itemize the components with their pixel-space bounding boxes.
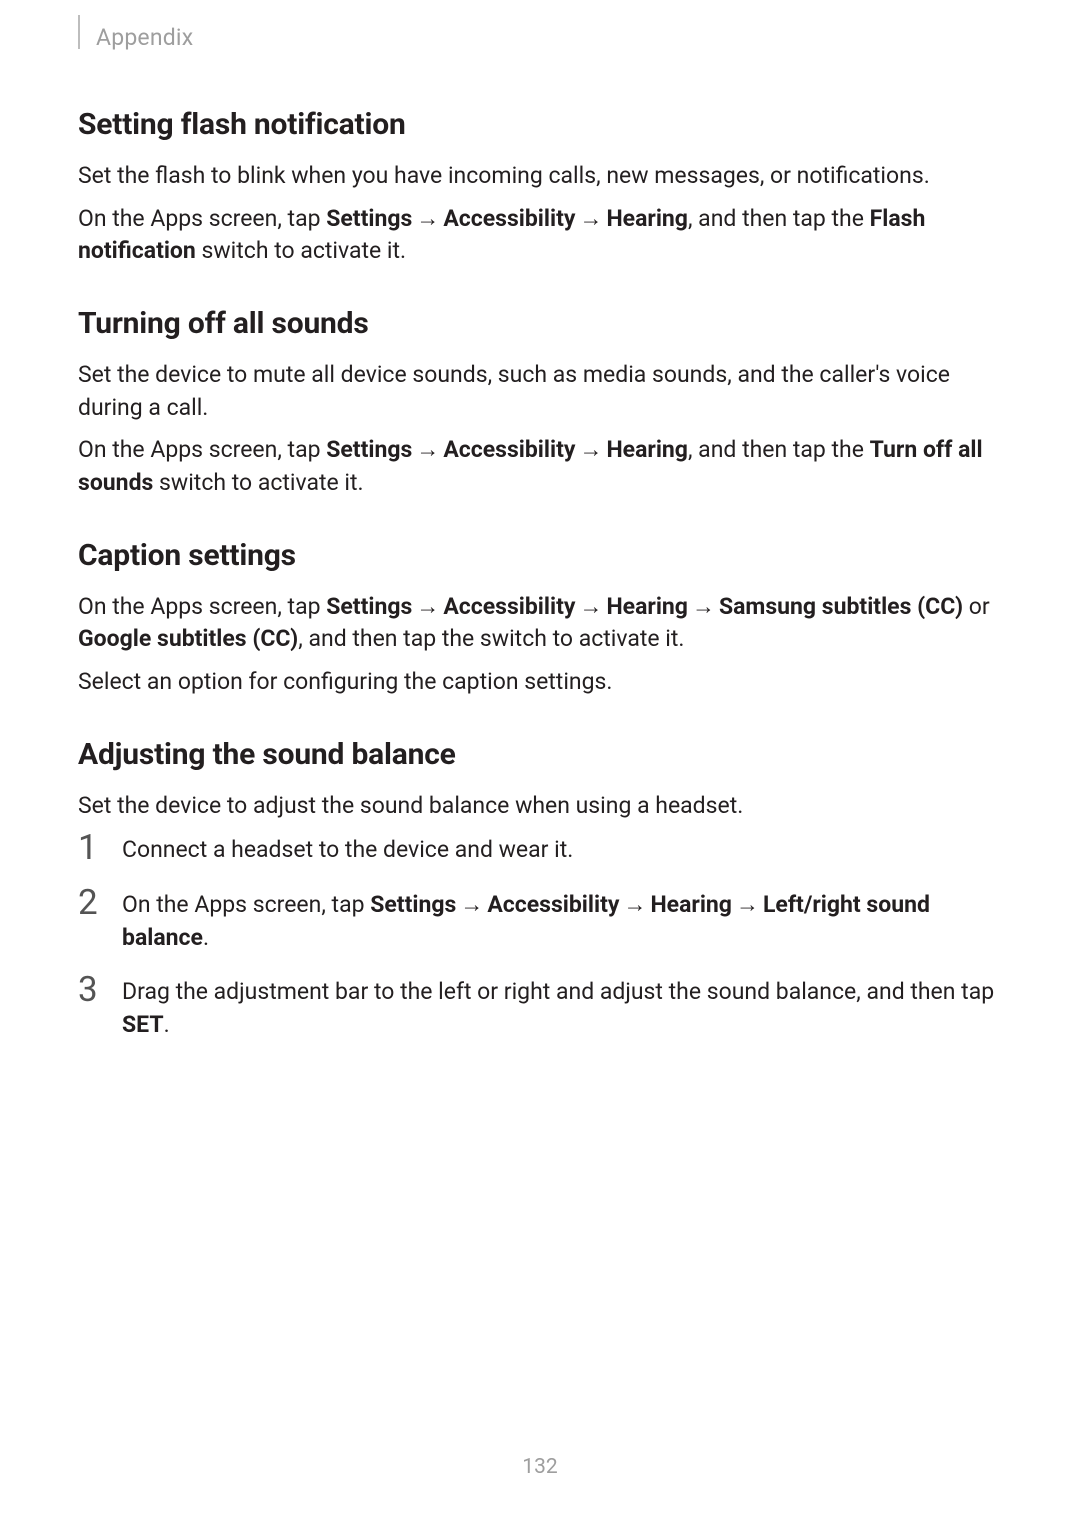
arrow-icon: → xyxy=(623,889,646,922)
arrow-icon: → xyxy=(416,591,439,624)
step-number: 3 xyxy=(78,972,122,1007)
text-run: On the Apps screen, tap xyxy=(78,205,326,232)
arrow-icon: → xyxy=(692,591,715,624)
section-turning-off-sounds: Turning off all sounds Set the device to… xyxy=(78,306,1002,500)
bold-text: Accessibility xyxy=(443,593,575,620)
step-item: 1 Connect a headset to the device and we… xyxy=(78,832,1002,867)
text-run: On the Apps screen, tap xyxy=(78,593,326,620)
arrow-icon: → xyxy=(579,591,602,624)
section-sound-balance: Adjusting the sound balance Set the devi… xyxy=(78,737,1002,1042)
arrow-icon: → xyxy=(460,889,483,922)
bold-text: Hearing xyxy=(606,205,688,232)
arrow-icon: → xyxy=(416,203,439,236)
body-text: Set the flash to blink when you have inc… xyxy=(78,160,1002,193)
bold-text: Samsung subtitles (CC) xyxy=(719,593,963,620)
bold-text: Settings xyxy=(326,436,412,463)
text-run: . xyxy=(164,1011,170,1038)
section-heading: Turning off all sounds xyxy=(78,306,1002,341)
arrow-icon: → xyxy=(416,434,439,467)
text-run: On the Apps screen, tap xyxy=(78,436,326,463)
step-text: Drag the adjustment bar to the left or r… xyxy=(122,974,1002,1041)
arrow-icon: → xyxy=(579,203,602,236)
numbered-steps: 1 Connect a headset to the device and we… xyxy=(78,832,1002,1041)
text-run: . xyxy=(203,924,209,951)
bold-text: Hearing xyxy=(606,593,688,620)
text-run: On the Apps screen, tap xyxy=(122,891,370,918)
text-run: , and then tap the switch to activate it… xyxy=(298,625,684,652)
step-number: 2 xyxy=(78,885,122,920)
bold-text: Settings xyxy=(370,891,456,918)
bold-text: Hearing xyxy=(606,436,688,463)
step-text: On the Apps screen, tap Settings→Accessi… xyxy=(122,887,1002,954)
page-number: 132 xyxy=(0,1455,1080,1479)
page-header: Appendix xyxy=(78,32,1002,51)
step-number: 1 xyxy=(78,830,122,865)
step-text: Connect a headset to the device and wear… xyxy=(122,832,573,867)
text-run: , and then tap the xyxy=(688,205,870,232)
body-text: Select an option for configuring the cap… xyxy=(78,666,1002,699)
text-run: Drag the adjustment bar to the left or r… xyxy=(122,978,994,1005)
bold-text: SET xyxy=(122,1011,164,1038)
text-run: , and then tap the xyxy=(688,436,870,463)
section-heading: Setting flash notification xyxy=(78,107,1002,142)
body-text: On the Apps screen, tap Settings→Accessi… xyxy=(78,203,1002,268)
body-text: Set the device to adjust the sound balan… xyxy=(78,790,1002,823)
step-item: 2 On the Apps screen, tap Settings→Acces… xyxy=(78,887,1002,954)
bold-text: Google subtitles (CC) xyxy=(78,625,298,652)
section-heading: Adjusting the sound balance xyxy=(78,737,1002,772)
bold-text: Accessibility xyxy=(487,891,619,918)
text-run: or xyxy=(963,593,990,620)
section-flash-notification: Setting flash notification Set the flash… xyxy=(78,107,1002,268)
body-text: Set the device to mute all device sounds… xyxy=(78,359,1002,424)
bold-text: Hearing xyxy=(650,891,732,918)
breadcrumb: Appendix xyxy=(96,24,193,51)
arrow-icon: → xyxy=(736,889,759,922)
arrow-icon: → xyxy=(579,434,602,467)
bold-text: Accessibility xyxy=(443,205,575,232)
body-text: On the Apps screen, tap Settings→Accessi… xyxy=(78,434,1002,499)
text-run: switch to activate it. xyxy=(153,469,363,496)
section-heading: Caption settings xyxy=(78,538,1002,573)
text-run: switch to activate it. xyxy=(196,237,406,264)
step-item: 3 Drag the adjustment bar to the left or… xyxy=(78,974,1002,1041)
body-text: On the Apps screen, tap Settings→Accessi… xyxy=(78,591,1002,656)
bold-text: Settings xyxy=(326,205,412,232)
page-content: Appendix Setting flash notification Set … xyxy=(0,0,1080,1042)
bold-text: Settings xyxy=(326,593,412,620)
bold-text: Accessibility xyxy=(443,436,575,463)
section-caption-settings: Caption settings On the Apps screen, tap… xyxy=(78,538,1002,699)
header-tick-icon xyxy=(78,15,80,49)
